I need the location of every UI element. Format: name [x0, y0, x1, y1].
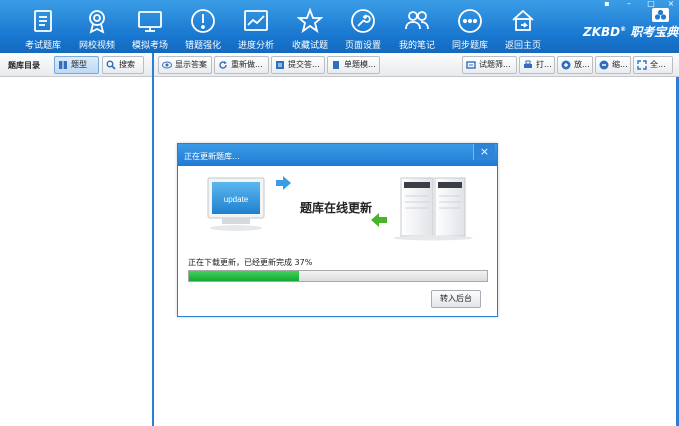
nav-my-notes[interactable]: 我的笔记: [392, 0, 442, 53]
show-answer-button[interactable]: 显示答案: [158, 56, 212, 74]
filter-questions-label: 试题筛...: [479, 60, 511, 69]
zoom-out-button[interactable]: 缩...: [595, 56, 631, 74]
search-button[interactable]: 搜索: [102, 56, 144, 74]
filter-icon: [466, 61, 476, 69]
star-icon: [297, 8, 323, 34]
question-type-button[interactable]: 题型: [54, 56, 99, 74]
page-icon: [333, 61, 339, 69]
fullscreen-label: 全...: [650, 60, 666, 69]
nav-label: 返回主页: [504, 41, 541, 51]
left-panel-title: 题库目录: [8, 61, 40, 70]
filter-questions-button[interactable]: 试题筛...: [462, 56, 517, 74]
nav-favorites[interactable]: 收藏试题: [285, 0, 335, 53]
maximize-button[interactable]: □: [644, 0, 658, 8]
server-icon: [393, 177, 473, 241]
zoom-in-label: 放...: [574, 60, 590, 69]
redo-label: 重新做...: [231, 60, 263, 69]
document-icon: [34, 10, 52, 32]
close-window-button[interactable]: ×: [664, 0, 678, 8]
nav-exam-bank[interactable]: 考试题库: [18, 0, 68, 53]
search-label: 搜索: [119, 60, 135, 69]
banner-heading: 题库在线更新: [300, 201, 373, 215]
nav-mock-exam[interactable]: 模拟考场: [125, 0, 175, 53]
question-directory-panel[interactable]: [0, 77, 152, 426]
zoom-out-label: 缩...: [612, 60, 628, 69]
panel-divider[interactable]: [152, 53, 154, 426]
nav-label: 页面设置: [344, 41, 381, 51]
wrench-icon: [351, 9, 375, 33]
update-banner: update 题库在线更新: [178, 166, 497, 244]
monitor-icon: [138, 11, 162, 32]
brand-reg-mark: ®: [620, 26, 627, 33]
download-status-text: 正在下载更新，已经更新完成 37%: [188, 258, 313, 267]
zoom-in-icon: [561, 60, 571, 70]
dialog-close-button[interactable]: ×: [473, 144, 495, 160]
skin-button[interactable]: [652, 8, 669, 22]
arrow-right-icon: [276, 176, 291, 190]
submit-icon: [276, 61, 284, 69]
minimize-button[interactable]: –: [622, 0, 636, 8]
single-question-mode-button[interactable]: 单题模...: [327, 56, 380, 74]
progress-bar-fill: [189, 271, 299, 281]
nav-page-settings[interactable]: 页面设置: [338, 0, 388, 53]
sync-icon: [458, 9, 482, 33]
chart-icon: [244, 10, 268, 31]
fullscreen-button[interactable]: 全...: [633, 56, 673, 74]
nav-sync-bank[interactable]: 同步题库: [445, 0, 495, 53]
nav-online-video[interactable]: 网校视频: [72, 0, 122, 53]
arrow-left-icon: [371, 213, 387, 227]
progress-bar: [188, 270, 488, 282]
refresh-icon: [219, 61, 227, 69]
zoom-out-icon: [599, 60, 609, 70]
eye-icon: [162, 61, 172, 69]
redo-button[interactable]: 重新做...: [214, 56, 269, 74]
question-type-label: 题型: [71, 60, 87, 69]
single-question-mode-label: 单题模...: [344, 60, 376, 69]
update-dialog: 正在更新题库... × update 题库在线更新 正在下载更新，已经更新完成 …: [177, 143, 498, 317]
print-button[interactable]: 打...: [519, 56, 555, 74]
top-navigation-bar: 考试题库 网校视频 模拟考场 错题强化 进度分析 收藏试题 页面设置 我的笔记 …: [0, 0, 679, 53]
brand-logo: ZKBD® 职考宝典: [583, 23, 678, 40]
fullscreen-icon: [637, 60, 647, 70]
medal-icon: [89, 10, 105, 34]
search-icon: [106, 60, 116, 70]
home-icon: [512, 9, 534, 31]
main-toolbar: 显示答案 重新做... 提交答... 单题模... 试题筛... 打... 放.…: [154, 53, 679, 77]
left-toolbar: 题库目录 题型 搜索: [0, 53, 152, 77]
update-screen-label: update: [224, 195, 249, 204]
brand-name: 职考宝典: [630, 25, 679, 39]
nav-label: 进度分析: [237, 41, 274, 51]
nav-label: 考试题库: [24, 41, 61, 51]
print-icon: [524, 60, 532, 68]
book-icon: [59, 61, 67, 69]
people-icon: [405, 11, 429, 30]
run-in-background-button[interactable]: 转入后台: [431, 290, 481, 308]
alert-icon: [191, 9, 215, 33]
zoom-in-button[interactable]: 放...: [557, 56, 593, 74]
nav-wrong-questions[interactable]: 错题强化: [178, 0, 228, 53]
dialog-titlebar[interactable]: 正在更新题库... ×: [178, 144, 497, 166]
brand-prefix: ZKBD: [583, 25, 621, 39]
nav-home[interactable]: 返回主页: [498, 0, 548, 53]
menu-button[interactable]: ▪: [600, 0, 614, 8]
submit-answer-label: 提交答...: [288, 60, 320, 69]
dialog-title: 正在更新题库...: [184, 152, 240, 161]
print-label: 打...: [536, 60, 552, 69]
submit-answer-button[interactable]: 提交答...: [271, 56, 325, 74]
clover-icon: [654, 9, 667, 20]
monitor-icon: update: [207, 177, 265, 231]
show-answer-label: 显示答案: [175, 60, 207, 69]
nav-progress-analysis[interactable]: 进度分析: [231, 0, 281, 53]
